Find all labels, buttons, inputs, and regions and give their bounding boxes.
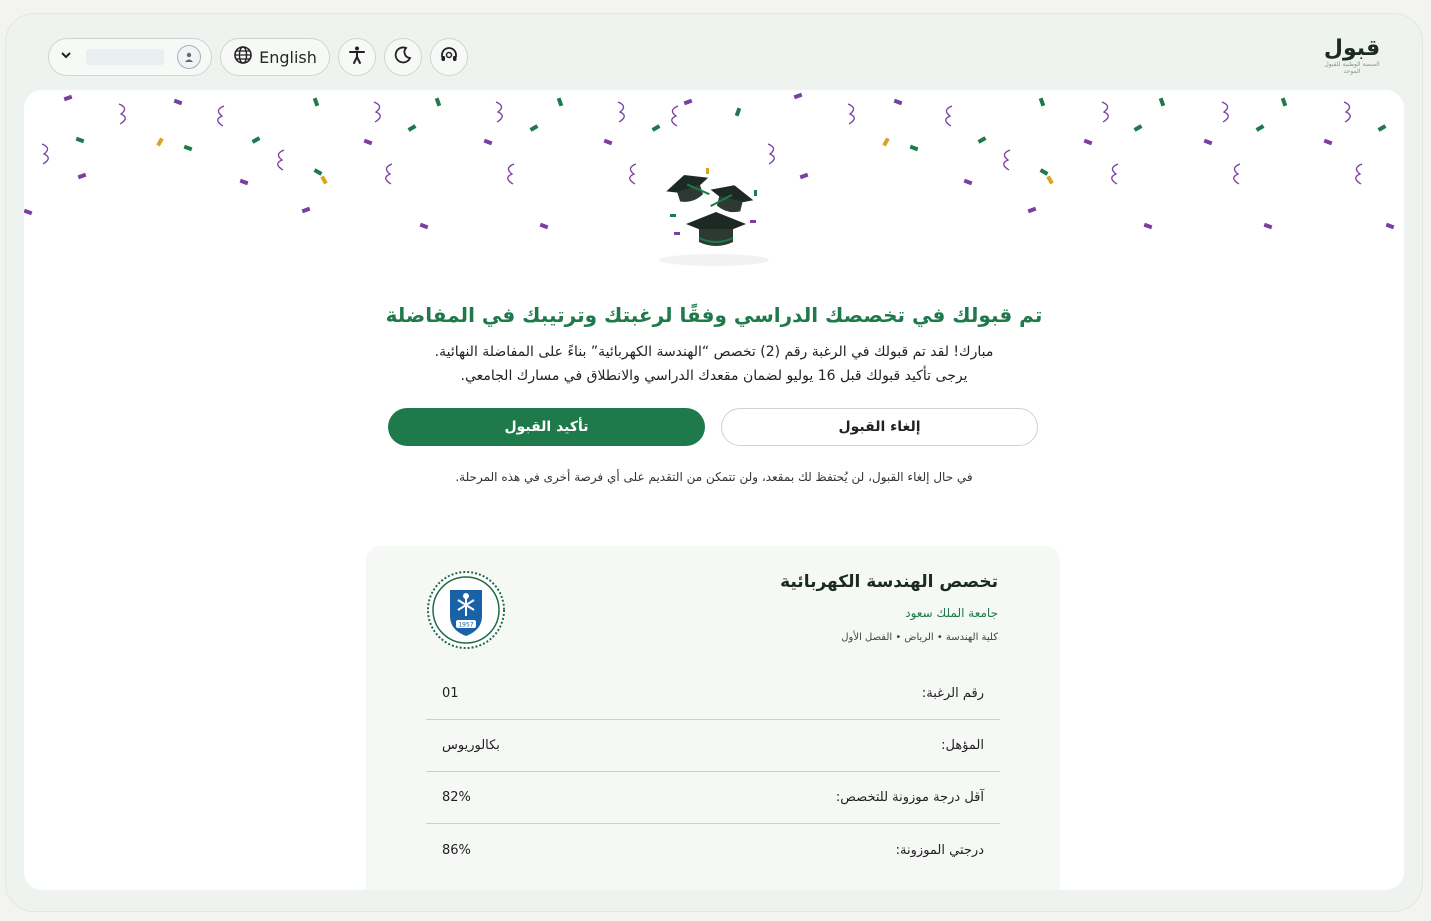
cancel-acceptance-button[interactable]: إلغاء القبول — [721, 408, 1038, 446]
university-seal-icon: 1957 — [427, 571, 505, 649]
moon-icon — [393, 45, 413, 69]
acceptance-description: مبارك! لقد تم قبولك في الرغبة رقم (2) تخ… — [24, 340, 1404, 388]
accessibility-icon — [347, 45, 367, 69]
row-value: بكالوريوس — [442, 738, 500, 753]
row-value: 86% — [442, 842, 471, 858]
table-row: درجتي الموزونة: 86% — [426, 824, 1000, 876]
language-label: English — [259, 47, 317, 67]
confirm-acceptance-button[interactable]: تأكيد القبول — [388, 408, 705, 446]
user-menu-button[interactable] — [48, 38, 212, 76]
row-label: المؤهل: — [941, 738, 984, 753]
description-line-1: مبارك! لقد تم قبولك في الرغبة رقم (2) تخ… — [434, 344, 994, 360]
chevron-down-icon — [59, 48, 73, 66]
row-label: آقل درجة موزونة للتخصص: — [835, 790, 984, 805]
description-line-2: يرجى تأكيد قبولك قبل 16 يوليو لضمان مقعد… — [460, 368, 968, 384]
dark-mode-button[interactable] — [384, 38, 422, 76]
cancellation-note: في حال إلغاء القبول، لن يُحتفظ لك بمقعد،… — [455, 470, 973, 484]
globe-icon — [233, 45, 253, 69]
headset-icon — [439, 45, 459, 69]
user-name-placeholder — [86, 49, 164, 65]
avatar-icon — [177, 45, 201, 69]
seal-year: 1957 — [458, 622, 473, 629]
details-table: رقم الرغبة: 01 المؤهل: بكالوريوس آقل درج… — [426, 668, 1000, 876]
qubool-logo[interactable]: قبول المنصة الوطنية للقبول الموحد — [1322, 36, 1382, 75]
table-row: آقل درجة موزونة للتخصص: 82% — [426, 772, 1000, 824]
logo-subtitle: المنصة الوطنية للقبول الموحد — [1324, 61, 1380, 75]
accessibility-button[interactable] — [338, 38, 376, 76]
row-label: رقم الرغبة: — [921, 686, 984, 701]
main-content: تم قبولك في تخصصك الدراسي وفقًا لرغبتك و… — [24, 90, 1404, 890]
major-meta: كلية الهندسة • الرياض • الفصل الأول — [841, 632, 998, 643]
table-row: المؤهل: بكالوريوس — [426, 720, 1000, 772]
acceptance-headline: تم قبولك في تخصصك الدراسي وفقًا لرغبتك و… — [385, 303, 1043, 327]
row-value: 01 — [442, 686, 459, 701]
row-label: درجتي الموزونة: — [895, 842, 984, 858]
logo-text: قبول — [1323, 36, 1381, 61]
language-switch-button[interactable]: English — [220, 38, 330, 76]
major-title: تخصص الهندسة الكهربائية — [780, 572, 998, 592]
graduation-caps-illustration — [659, 168, 769, 266]
row-value: 82% — [442, 790, 471, 805]
support-button[interactable] — [430, 38, 468, 76]
major-details-card: 1957 تخصص الهندسة الكهربائية جامعة الملك… — [366, 546, 1060, 890]
top-bar: English قبول المنصة الوطنية للقبول الموح… — [6, 14, 1422, 92]
app-frame: English قبول المنصة الوطنية للقبول الموح… — [6, 14, 1422, 911]
table-row: رقم الرغبة: 01 — [426, 668, 1000, 720]
university-name[interactable]: جامعة الملك سعود — [905, 606, 998, 620]
